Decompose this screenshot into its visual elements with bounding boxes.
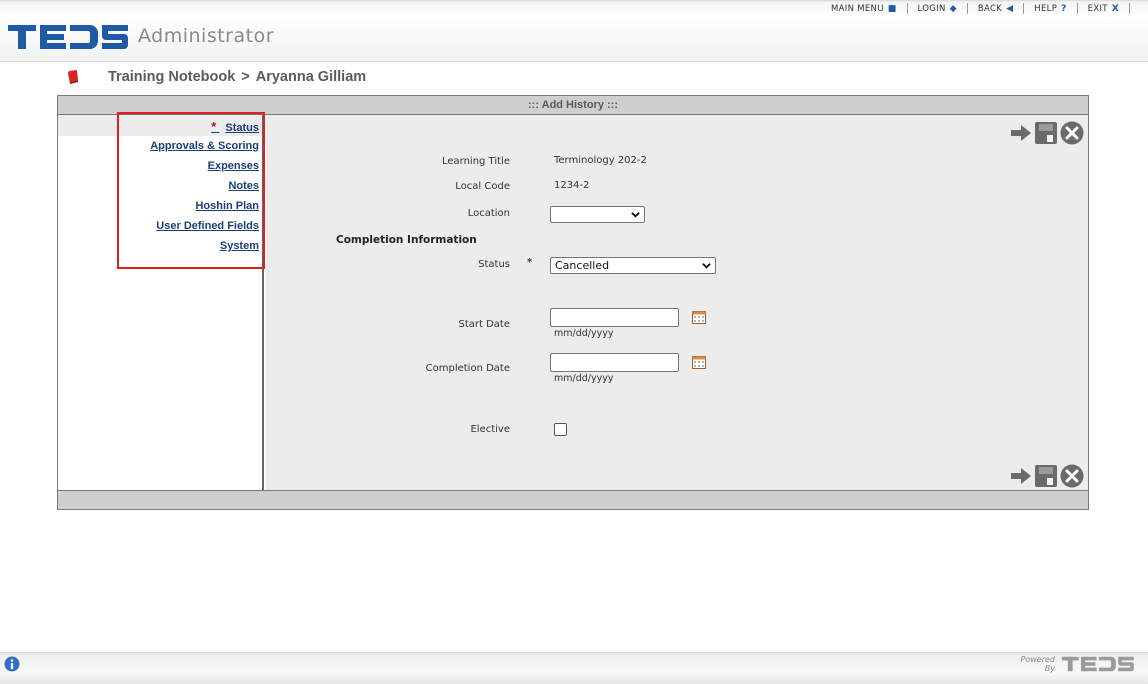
required-asterisk: * — [211, 119, 217, 134]
question-icon: ? — [1061, 3, 1067, 14]
breadcrumb-parent[interactable]: Training Notebook — [108, 69, 235, 85]
teds-logo: Administrator — [8, 22, 274, 52]
square-icon: ■ — [887, 3, 897, 14]
exit-label: EXIT — [1087, 3, 1108, 14]
location-label: Location — [467, 208, 510, 219]
start-date-hint: mm/dd/yyyy — [554, 328, 614, 339]
sidebar-item-expenses[interactable]: Expenses — [208, 160, 259, 172]
back-label: BACK — [977, 3, 1003, 14]
learning-title-label: Learning Title — [441, 156, 510, 167]
teds-logo-mark — [8, 25, 128, 49]
calendar-icon[interactable] — [692, 311, 706, 324]
book-icon — [68, 70, 78, 84]
divider — [906, 3, 908, 14]
elective-checkbox[interactable] — [554, 423, 567, 436]
local-code-label: Local Code — [455, 181, 510, 192]
required-asterisk: * — [527, 257, 533, 268]
completion-date-input[interactable] — [550, 353, 679, 372]
back-arrow-icon: ◀ — [1006, 3, 1014, 14]
chevron-down-icon — [702, 263, 711, 269]
sidebar-item-hoshin-plan[interactable]: Hoshin Plan — [195, 200, 259, 212]
status-label: Status — [478, 259, 510, 270]
close-icon[interactable] — [1060, 464, 1084, 488]
sidebar-item-system[interactable]: System — [220, 240, 259, 252]
breadcrumb-current: Aryanna Gilliam — [255, 69, 367, 85]
login-link[interactable]: LOGIN ◆ — [918, 4, 957, 14]
x-icon: X — [1111, 3, 1119, 14]
divider — [1076, 3, 1078, 14]
sidebar-item-status[interactable]: * Status — [211, 119, 259, 134]
save-icon[interactable] — [1035, 122, 1057, 144]
sidebar-item-user-defined-fields[interactable]: User Defined Fields — [156, 220, 259, 232]
diamond-icon: ◆ — [949, 3, 957, 14]
main-menu-link[interactable]: MAIN MENU ■ — [831, 4, 897, 14]
close-icon[interactable] — [1060, 121, 1084, 145]
top-nav: MAIN MENU ■ LOGIN ◆ BACK ◀ HELP ? EXIT X — [831, 3, 1140, 14]
next-arrow-icon[interactable] — [1010, 467, 1032, 485]
top-actions — [1010, 121, 1084, 145]
app-subtitle: Administrator — [138, 24, 275, 47]
bottom-bar: Powered By — [0, 652, 1148, 684]
powered-by: Powered By — [1021, 655, 1140, 673]
panel-footer — [58, 490, 1088, 509]
completion-date-label: Completion Date — [425, 363, 510, 374]
breadcrumb: Training Notebook > Aryanna Gilliam — [66, 69, 366, 85]
learning-title-value: Terminology 202-2 — [554, 155, 647, 166]
chevron-down-icon — [631, 212, 640, 218]
info-icon[interactable] — [4, 656, 20, 672]
exit-link[interactable]: EXIT X — [1088, 4, 1119, 14]
powered-by-text: Powered By — [1021, 655, 1055, 673]
sidebar-highlight-box: * Status Approvals & Scoring Expenses No… — [117, 112, 265, 269]
by-line: By — [1044, 664, 1055, 673]
divider — [966, 3, 968, 14]
divider — [1129, 3, 1130, 14]
login-label: LOGIN — [917, 3, 946, 14]
completion-info-heading: Completion Information — [336, 234, 477, 246]
status-select[interactable]: Cancelled — [550, 257, 716, 274]
add-history-panel: ::: Add History ::: * Status Approvals &… — [57, 95, 1089, 510]
page: MAIN MENU ■ LOGIN ◆ BACK ◀ HELP ? EXIT X — [0, 0, 1148, 684]
next-arrow-icon[interactable] — [1010, 124, 1032, 142]
location-select[interactable] — [550, 206, 645, 223]
main-menu-label: MAIN MENU — [831, 3, 884, 14]
calendar-icon[interactable] — [692, 356, 706, 369]
completion-date-hint: mm/dd/yyyy — [554, 373, 614, 384]
teds-footer-logo — [1061, 656, 1134, 672]
sidebar-item-approvals[interactable]: Approvals & Scoring — [150, 140, 259, 152]
start-date-label: Start Date — [458, 319, 510, 330]
help-link[interactable]: HELP ? — [1034, 4, 1066, 14]
divider — [1023, 3, 1025, 14]
status-select-value: Cancelled — [555, 259, 610, 272]
elective-label: Elective — [470, 424, 510, 435]
top-bar: MAIN MENU ■ LOGIN ◆ BACK ◀ HELP ? EXIT X — [0, 0, 1148, 62]
back-link[interactable]: BACK ◀ — [978, 4, 1013, 14]
local-code-value: 1234-2 — [554, 180, 590, 191]
start-date-input[interactable] — [550, 308, 679, 327]
bottom-actions — [1010, 464, 1084, 488]
sidebar-item-label: Status — [225, 122, 259, 134]
sidebar-item-notes[interactable]: Notes — [228, 180, 259, 192]
save-icon[interactable] — [1035, 465, 1057, 487]
powered-line: Powered — [1020, 655, 1055, 664]
help-label: HELP — [1034, 3, 1058, 14]
breadcrumb-separator: > — [241, 69, 250, 85]
